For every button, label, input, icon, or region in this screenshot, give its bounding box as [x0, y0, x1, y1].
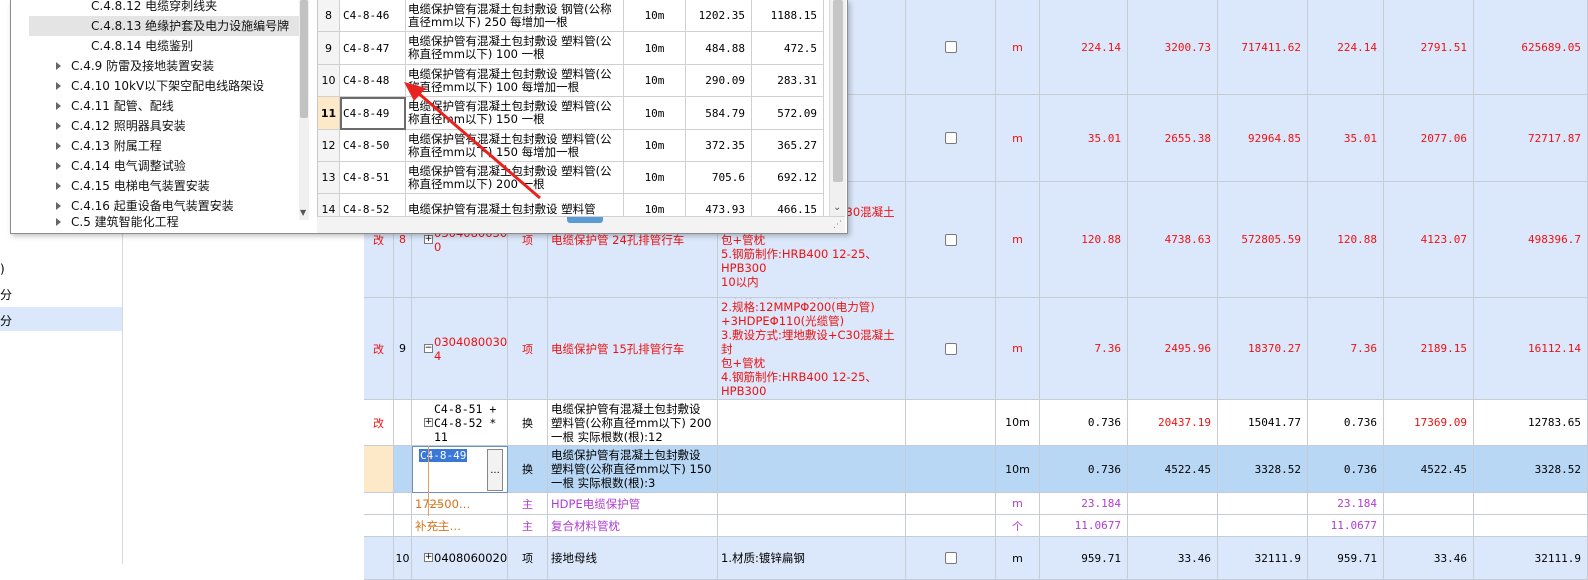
annotation-arrow [404, 82, 541, 200]
arrow-shaft [416, 90, 541, 200]
